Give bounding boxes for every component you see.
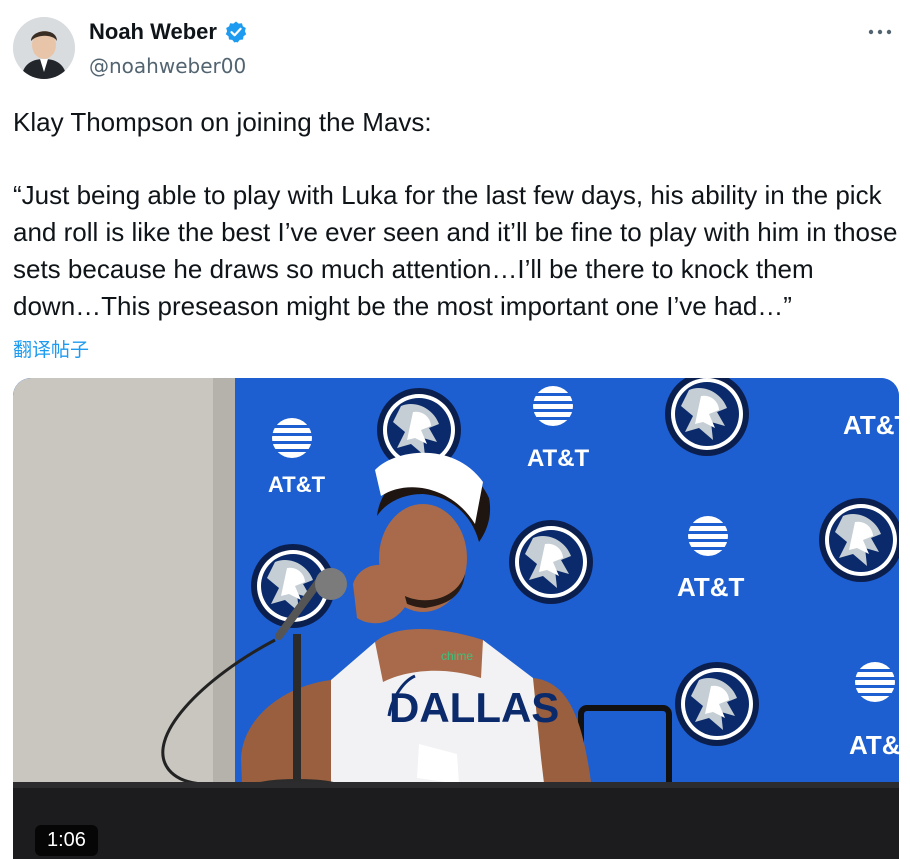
author-name-row: Noah Weber	[89, 19, 248, 45]
video-player[interactable]: AT&T AT&T AT&T AT&T AT&T DALLAS chime	[13, 378, 899, 859]
backdrop-sponsor-text: AT&T	[677, 572, 745, 602]
avatar-image	[13, 17, 75, 79]
backdrop-sponsor-text: AT&T	[527, 445, 590, 472]
avatar[interactable]	[13, 17, 75, 79]
jersey-sponsor-text: chime	[441, 649, 473, 663]
jersey-text: DALLAS	[389, 684, 559, 731]
tweet-intro-text: Klay Thompson on joining the Mavs:	[13, 107, 432, 137]
backdrop-sponsor-text: AT&T	[268, 472, 326, 497]
more-icon[interactable]	[866, 18, 894, 46]
author-handle[interactable]: @noahweber00	[89, 54, 246, 78]
video-duration-badge: 1:06	[35, 825, 98, 856]
video-frame: AT&T AT&T AT&T AT&T AT&T DALLAS chime	[13, 378, 899, 859]
verified-badge-icon[interactable]	[224, 20, 248, 44]
tweet-quote-text: “Just being able to play with Luka for t…	[13, 180, 898, 321]
author-display-name[interactable]: Noah Weber	[89, 19, 217, 45]
backdrop-sponsor-text: AT&T	[843, 410, 899, 440]
backdrop-sponsor-text: AT&T	[849, 730, 899, 760]
translate-post-link[interactable]: 翻译帖子	[13, 335, 89, 362]
